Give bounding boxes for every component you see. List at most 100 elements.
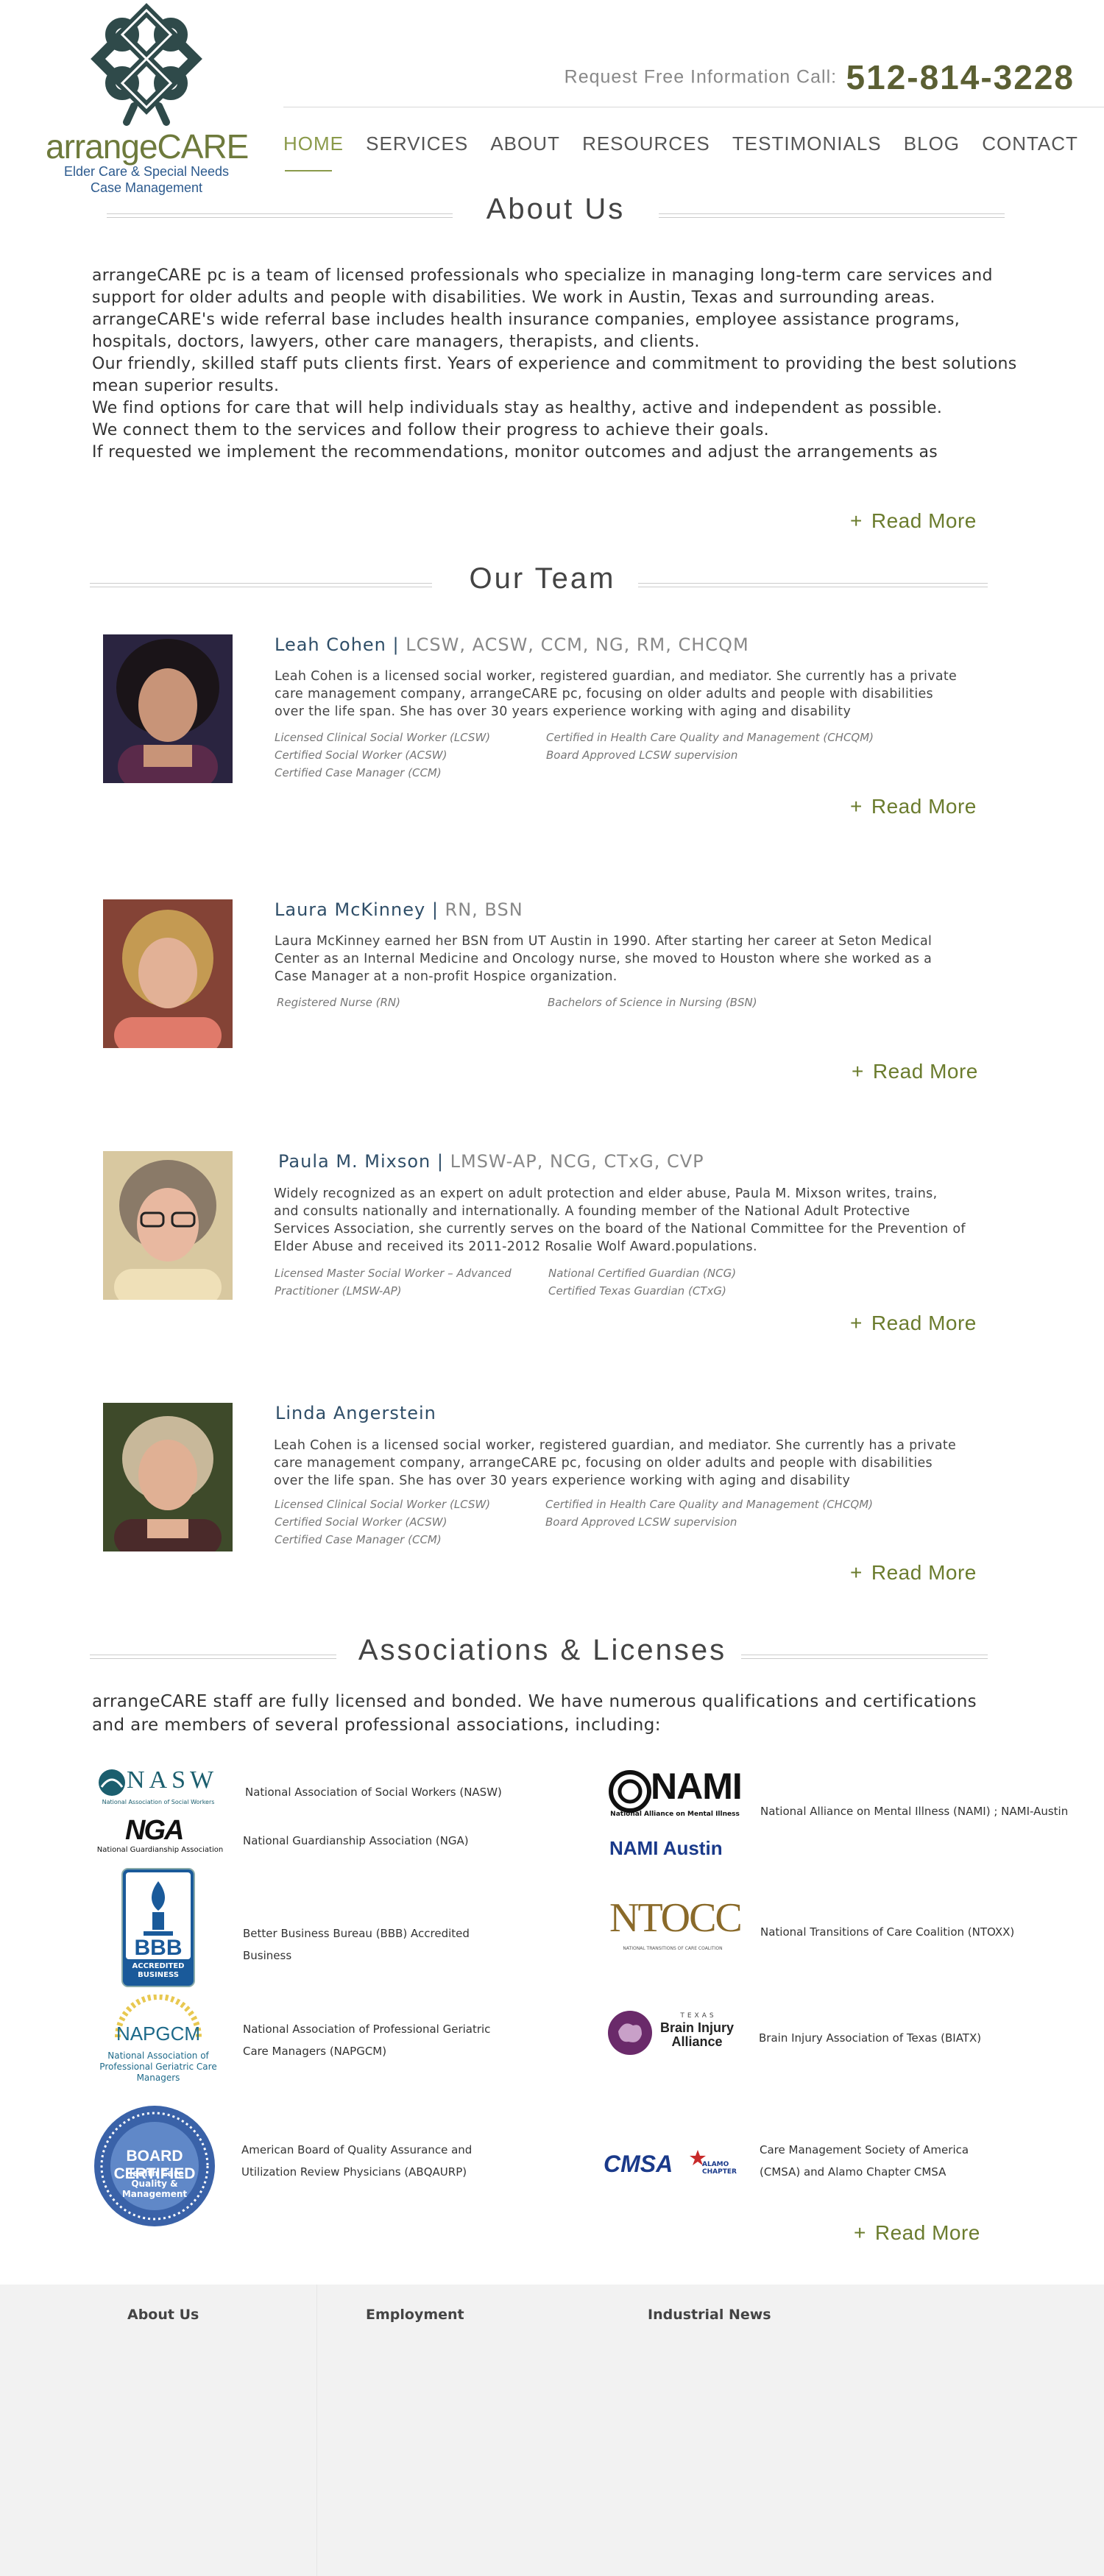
association-label: Care Management Society of America (CMSA… (760, 2143, 969, 2179)
nav-testimonials[interactable]: TESTIMONIALS (732, 132, 882, 155)
heading-rule-right (638, 583, 988, 587)
heading-rule-right (659, 213, 1005, 218)
nami-austin-logo: NAMI Austin (609, 1837, 742, 1864)
nav-blog[interactable]: BLOG (904, 132, 960, 155)
cert-list-right: Certified in Health Care Quality and Man… (546, 729, 899, 764)
footer-divider (316, 2285, 317, 2576)
association-label: Brain Injury Association of Texas (BIATX… (759, 2031, 982, 2045)
member-name[interactable]: Paula M. Mixson | LMSW-AP, NCG, CTxG, CV… (278, 1151, 704, 1172)
member-read-more[interactable]: + Read More (852, 1060, 978, 1083)
nav-contact[interactable]: CONTACT (982, 132, 1078, 155)
read-more-label: Read More (872, 1060, 978, 1083)
team-title: Our Team (469, 562, 616, 595)
about-read-more[interactable]: + Read More (850, 509, 977, 533)
heading-rule-right (741, 1655, 988, 1659)
member-name-text: Linda Angerstein (275, 1403, 436, 1423)
logo[interactable]: arrangeCARE Elder Care & Special Needs C… (46, 3, 249, 196)
phone-number[interactable]: 512-814-3228 (846, 58, 1075, 96)
member-name-text: Leah Cohen (275, 634, 386, 655)
member-credentials: LCSW, ACSW, CCM, NG, RM, CHCQM (406, 634, 749, 655)
associations-title: Associations & Licenses (358, 1634, 727, 1666)
plus-icon: + (854, 2221, 866, 2244)
nami-logo-subtitle: National Alliance on Mental Illness (610, 1811, 740, 1818)
nasw-wordmark: NASW (127, 1766, 219, 1794)
read-more-label: Read More (871, 795, 977, 818)
association-label: National Alliance on Mental Illness (NAM… (760, 1805, 1069, 1818)
nasw-logo-subtitle: National Association of Social Workers (102, 1799, 215, 1805)
associations-read-more[interactable]: + Read More (854, 2221, 980, 2245)
cert-item: National Certified Guardian (NCG) (548, 1267, 737, 1280)
cert-list-left: Licensed Master Social Worker – Advanced… (275, 1264, 547, 1300)
heading-rule-left (90, 1655, 336, 1659)
nga-wordmark: NGA (125, 1815, 184, 1846)
napgcm-logo: NAPGCM National Association of Professio… (88, 1994, 228, 2087)
member-photo (103, 1403, 233, 1551)
heading-rule-left (107, 213, 453, 218)
footer: About Us Employment Industrial News (0, 2285, 1104, 2576)
cert-item: Certified Case Manager (CCM) (275, 1533, 442, 1546)
member-read-more[interactable]: + Read More (850, 1561, 977, 1585)
nga-logo: NGA National Guardianship Association (88, 1815, 232, 1855)
nami-austin-wordmark: NAMI Austin (609, 1837, 723, 1859)
cert-list-left: Licensed Clinical Social Worker (LCSW) C… (275, 1496, 539, 1549)
cert-item: Registered Nurse (RN) (277, 996, 401, 1009)
member-name[interactable]: Linda Angerstein (275, 1403, 436, 1423)
about-paragraph: Our friendly, skilled staff puts clients… (92, 355, 1017, 395)
ntocc-logo-subtitle: NATIONAL TRANSITIONS OF CARE COALITION (623, 1946, 723, 1951)
portrait-image (103, 634, 233, 783)
bbb-logo-subtitle: ACCREDITED BUSINESS (132, 1962, 185, 1979)
cert-list-left: Registered Nurse (RN) (277, 994, 542, 1011)
nav-active-indicator (285, 170, 332, 171)
associations-intro: arrangeCARE staff are fully licensed and… (92, 1692, 977, 1735)
member-read-more[interactable]: + Read More (850, 795, 977, 818)
cert-list-right: National Certified Guardian (NCG) Certif… (548, 1264, 902, 1300)
alamo-chapter-wordmark: ALAMO CHAPTER (702, 2161, 737, 2176)
team-heading: Our Team (90, 562, 988, 606)
member-read-more[interactable]: + Read More (850, 1312, 977, 1335)
cert-item: Certified Texas Guardian (CTxG) (548, 1284, 726, 1298)
bbb-wordmark: BBB (134, 1936, 183, 1960)
nami-logo: NAMI National Alliance on Mental Illness (608, 1766, 743, 1822)
team-member: Leah Cohen | LCSW, ACSW, CCM, NG, RM, CH… (103, 634, 986, 826)
footer-employment[interactable]: Employment (366, 2307, 464, 2323)
cert-item: Certified Case Manager (CCM) (275, 766, 442, 779)
cert-list-left: Licensed Clinical Social Worker (LCSW) C… (275, 729, 539, 782)
member-bio: Widely recognized as an expert on adult … (274, 1186, 966, 1254)
member-name[interactable]: Laura McKinney | RN, BSN (275, 899, 523, 920)
plus-icon: + (852, 1060, 864, 1083)
cert-list-right: Certified in Health Care Quality and Man… (545, 1496, 899, 1531)
footer-industrial-news[interactable]: Industrial News (648, 2307, 771, 2323)
portrait-image (103, 899, 233, 1048)
member-name-text: Laura McKinney (275, 899, 426, 920)
member-name[interactable]: Leah Cohen | LCSW, ACSW, CCM, NG, RM, CH… (275, 634, 749, 655)
about-paragraph: We find options for care that will help … (92, 399, 943, 417)
logo-wordmark: arrangeCARE (46, 127, 249, 166)
member-photo (103, 1151, 233, 1300)
footer-about-us[interactable]: About Us (127, 2307, 199, 2323)
cert-item: Licensed Clinical Social Worker (LCSW) (275, 1498, 491, 1511)
portrait-image (103, 1151, 233, 1300)
nasw-logo: NASW National Association of Social Work… (96, 1765, 221, 1809)
about-text: arrangeCARE pc is a team of licensed pro… (92, 265, 1027, 464)
read-more-label: Read More (874, 2221, 980, 2244)
association-label: National Guardianship Association (NGA) (243, 1834, 469, 1847)
plus-icon: + (850, 1312, 863, 1334)
team-member: Paula M. Mixson | LMSW-AP, NCG, CTxG, CV… (103, 1151, 986, 1342)
nav-resources[interactable]: RESOURCES (582, 132, 710, 155)
nav-home[interactable]: HOME (283, 132, 344, 155)
member-bio: Leah Cohen is a licensed social worker, … (275, 669, 958, 719)
ntocc-wordmark: NTOCC (609, 1895, 743, 1941)
nav-services[interactable]: SERVICES (366, 132, 468, 155)
member-bio: Leah Cohen is a licensed social worker, … (274, 1438, 957, 1488)
brain-injury-subtitle: TEXAS (680, 2012, 717, 2020)
member-photo (103, 899, 233, 1048)
name-separator: | (425, 899, 445, 920)
association-label: Better Business Bureau (BBB) Accredited … (243, 1927, 470, 1962)
cert-list-right: Bachelors of Science in Nursing (BSN) (548, 994, 901, 1011)
cert-item: Bachelors of Science in Nursing (BSN) (548, 996, 757, 1009)
logo-tagline: Elder Care & Special Needs Case Manageme… (46, 163, 247, 196)
member-name-text: Paula M. Mixson (278, 1151, 431, 1172)
about-title: About Us (486, 193, 626, 225)
nav-about[interactable]: ABOUT (490, 132, 560, 155)
main-nav: HOME SERVICES ABOUT RESOURCES TESTIMONIA… (283, 132, 1078, 155)
